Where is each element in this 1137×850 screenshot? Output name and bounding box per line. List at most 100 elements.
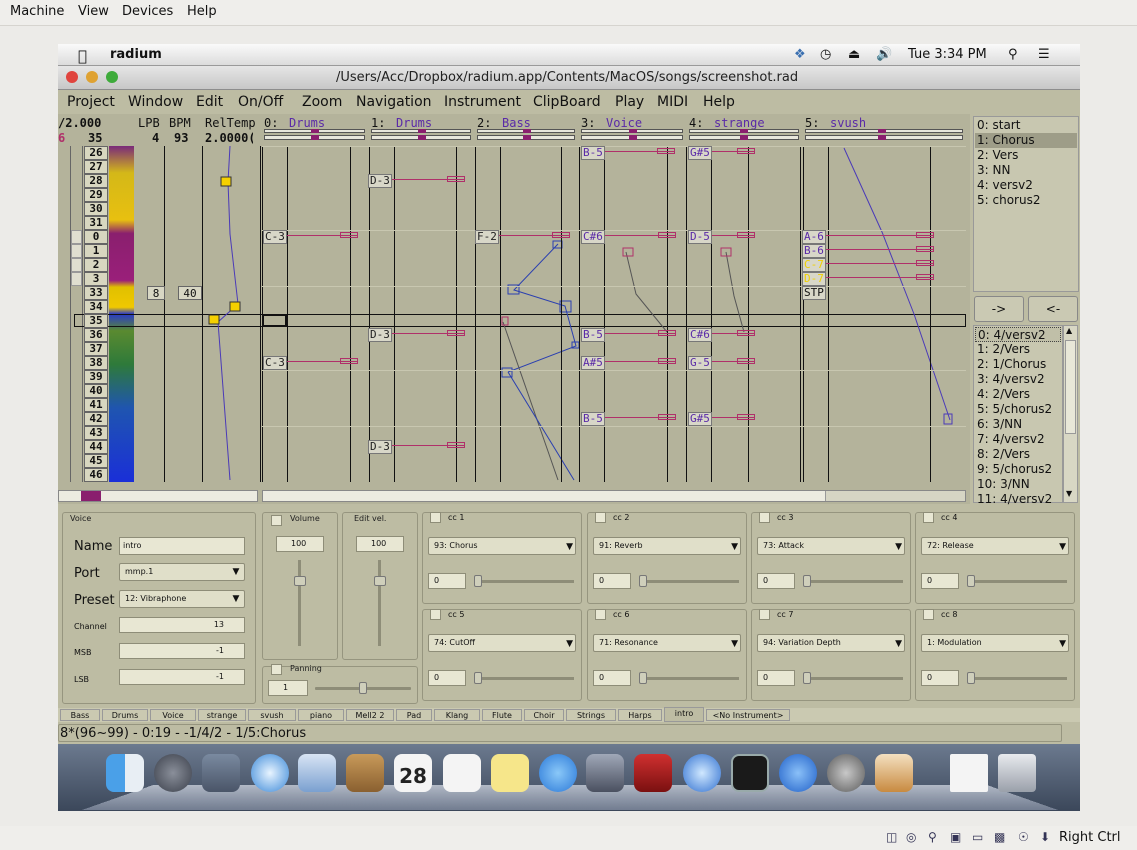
line-number[interactable]: 41: [84, 398, 108, 412]
note[interactable]: C#6: [688, 328, 712, 342]
note[interactable]: A-6: [802, 230, 826, 244]
cc-select[interactable]: 72: Release ▼: [921, 537, 1069, 555]
line-number[interactable]: 27: [84, 160, 108, 174]
scroll-thumb[interactable]: [81, 491, 101, 501]
cc-value-spin[interactable]: 0: [757, 670, 795, 686]
track-name-3[interactable]: Voice: [606, 116, 642, 130]
display-icon[interactable]: ▩: [994, 830, 1005, 844]
volume-checkbox[interactable]: [271, 515, 282, 526]
velocity-node[interactable]: [501, 316, 509, 326]
note[interactable]: A#5: [581, 356, 605, 370]
line-number[interactable]: 31: [84, 216, 108, 230]
trash-icon[interactable]: [998, 754, 1036, 792]
velocity-node[interactable]: [916, 260, 934, 266]
itunes-icon[interactable]: [683, 754, 721, 792]
track-name-0[interactable]: Drums: [289, 116, 325, 130]
line-number[interactable]: 43: [84, 426, 108, 440]
note[interactable]: B-5: [581, 146, 605, 160]
cc-slider-knob[interactable]: [474, 672, 482, 684]
velocity-node[interactable]: [340, 358, 358, 364]
xcode-icon[interactable]: [875, 754, 913, 792]
velocity-node[interactable]: [737, 232, 755, 238]
playlist-scrollbar[interactable]: ▲ ▼: [1063, 325, 1078, 503]
calendar-icon[interactable]: 28: [394, 754, 432, 792]
line-number[interactable]: 42: [84, 412, 108, 426]
velocity-node[interactable]: [658, 414, 676, 420]
cc-select[interactable]: 93: Chorus ▼: [428, 537, 576, 555]
note[interactable]: G-5: [688, 356, 712, 370]
cc-slider-knob[interactable]: [474, 575, 482, 587]
line-number[interactable]: 35: [84, 314, 108, 328]
velocity-node[interactable]: [737, 148, 755, 154]
menu-zoom[interactable]: Zoom: [302, 94, 342, 110]
scroll-up-icon[interactable]: ▲: [1066, 326, 1072, 335]
cc-slider-knob[interactable]: [639, 575, 647, 587]
line-number[interactable]: 30: [84, 202, 108, 216]
scroll-thumb[interactable]: [1065, 340, 1076, 434]
document-icon[interactable]: [950, 754, 988, 792]
line-number[interactable]: 44: [84, 440, 108, 454]
cc-value-spin[interactable]: 0: [757, 573, 795, 589]
velocity-node[interactable]: [658, 232, 676, 238]
instrument-tab[interactable]: Pad: [396, 709, 432, 721]
cc-checkbox[interactable]: [430, 609, 441, 620]
tempo-node[interactable]: [208, 314, 220, 325]
hdd-icon[interactable]: ◫: [886, 830, 897, 844]
instrument-tab[interactable]: <No Instrument>: [706, 709, 790, 721]
velocity-node[interactable]: [737, 358, 755, 364]
cc-select[interactable]: 74: CutOff ▼: [428, 634, 576, 652]
cc-slider-knob[interactable]: [803, 672, 811, 684]
line-number[interactable]: 40: [84, 384, 108, 398]
facetime-icon[interactable]: [586, 754, 624, 792]
cc-value-spin[interactable]: 0: [593, 573, 631, 589]
block-list-item[interactable]: 3: NN: [975, 163, 1077, 178]
photo-booth-icon[interactable]: [634, 754, 672, 792]
instrument-tab[interactable]: strange: [198, 709, 246, 721]
note[interactable]: G#5: [688, 412, 712, 426]
cc-slider-knob[interactable]: [639, 672, 647, 684]
host-menu-view[interactable]: View: [78, 4, 109, 19]
preset-select[interactable]: 12: Vibraphone ▼: [119, 590, 245, 608]
cc-select[interactable]: 94: Variation Depth ▼: [757, 634, 905, 652]
line-number[interactable]: 39: [84, 370, 108, 384]
playlist-item[interactable]: 8: 2/Vers: [975, 447, 1061, 462]
panning-slider-knob[interactable]: [359, 682, 367, 694]
note[interactable]: C#6: [581, 230, 605, 244]
launchpad-icon[interactable]: [154, 754, 192, 792]
instrument-tab[interactable]: Flute: [482, 709, 522, 721]
block-list-item[interactable]: 4: versv2: [975, 178, 1077, 193]
playlist-item[interactable]: 11: 4/versv2: [975, 492, 1061, 507]
note[interactable]: D-3: [368, 328, 392, 342]
note[interactable]: D-3: [368, 440, 392, 454]
contacts-icon[interactable]: [346, 754, 384, 792]
block-list-item[interactable]: 0: start: [975, 118, 1077, 133]
cc-slider[interactable]: [639, 580, 739, 583]
track-name-2[interactable]: Bass: [502, 116, 531, 130]
time-machine-icon[interactable]: ◷: [820, 47, 831, 62]
editvel-spin[interactable]: 100: [356, 536, 404, 552]
cc-slider[interactable]: [803, 677, 903, 680]
playlist-item[interactable]: 4: 2/Vers: [975, 387, 1061, 402]
velocity-node[interactable]: [737, 414, 755, 420]
menu-play[interactable]: Play: [615, 94, 644, 110]
volume-slider-knob[interactable]: [294, 576, 306, 586]
cc-select[interactable]: 73: Attack ▼: [757, 537, 905, 555]
cc-checkbox[interactable]: [759, 512, 770, 523]
globe-icon[interactable]: ☉: [1018, 830, 1029, 844]
playlist-item[interactable]: 3: 4/versv2: [975, 372, 1061, 387]
dropbox-icon[interactable]: ❖: [794, 47, 806, 62]
block-list-item[interactable]: 1: Chorus: [975, 133, 1077, 148]
volume-icon[interactable]: 🔊: [876, 47, 892, 62]
editvel-slider[interactable]: [378, 560, 381, 646]
playlist-item[interactable]: 2: 1/Chorus: [975, 357, 1061, 372]
instrument-tab[interactable]: Choir: [524, 709, 564, 721]
channel-spin[interactable]: 13: [119, 617, 245, 633]
host-menu-help[interactable]: Help: [187, 4, 217, 19]
volume-spin[interactable]: 100: [276, 536, 324, 552]
velocity-node[interactable]: [658, 330, 676, 336]
volume-slider[interactable]: [298, 560, 301, 646]
cc-slider[interactable]: [474, 580, 574, 583]
playlist-item[interactable]: 6: 3/NN: [975, 417, 1061, 432]
cc-slider-knob[interactable]: [967, 672, 975, 684]
menu-instrument[interactable]: Instrument: [444, 94, 521, 110]
